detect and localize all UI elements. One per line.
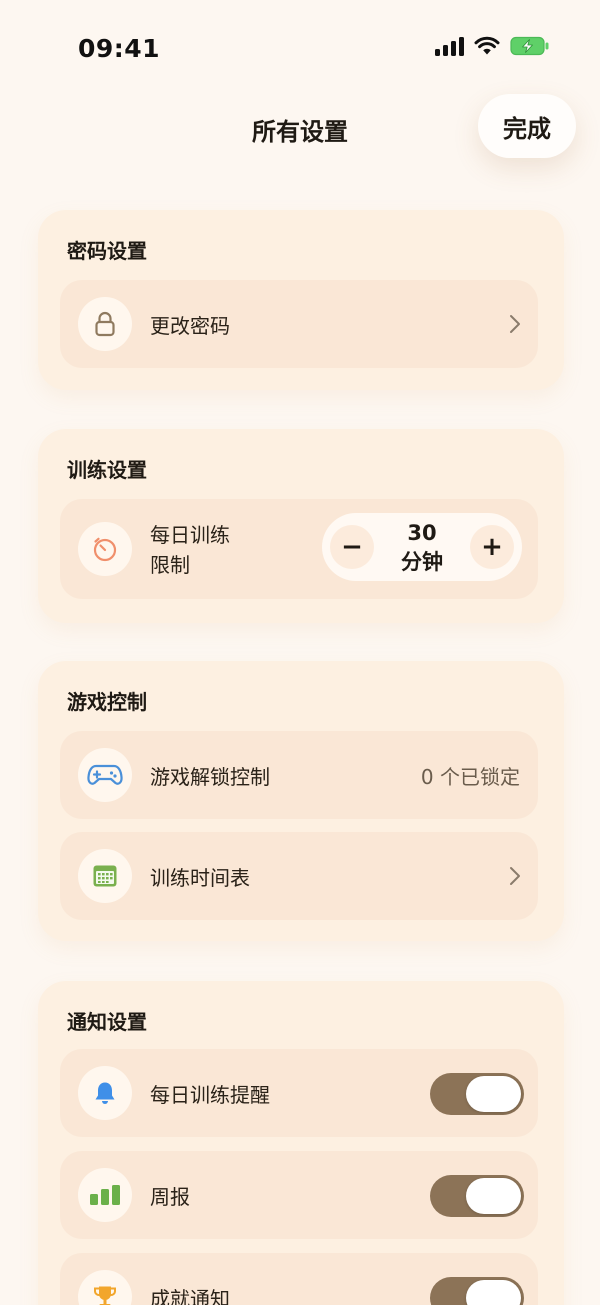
settings-screen: 09:41 所有设置 完成 密码设置 更改密码 训练设置 每日训练 限制 − 3…	[0, 0, 600, 1305]
training-settings-card: 训练设置 每日训练 限制 − 30 分钟 +	[38, 429, 564, 623]
trophy-icon	[78, 1270, 132, 1305]
weekly-report-label: 周报	[150, 1185, 190, 1209]
chevron-right-icon	[510, 867, 520, 885]
game-unlock-label: 游戏解锁控制	[150, 765, 270, 789]
training-schedule-row[interactable]: 训练时间表	[60, 832, 538, 920]
daily-limit-label-line2: 限制	[150, 553, 190, 577]
daily-limit-label: 每日训练 限制	[150, 520, 230, 580]
daily-reminder-toggle[interactable]	[430, 1073, 524, 1115]
bar-chart-icon	[78, 1168, 132, 1222]
cellular-signal-icon	[435, 36, 464, 56]
calendar-icon	[78, 849, 132, 903]
daily-limit-row: 每日训练 限制 − 30 分钟 +	[60, 499, 538, 599]
training-settings-title: 训练设置	[67, 458, 147, 482]
timer-icon	[78, 522, 132, 576]
status-icons	[435, 36, 550, 56]
notification-settings-card: 通知设置 每日训练提醒 周报 成就通知	[38, 981, 564, 1305]
password-settings-title: 密码设置	[67, 239, 147, 263]
toggle-knob	[466, 1178, 521, 1214]
daily-limit-stepper: − 30 分钟 +	[322, 513, 522, 581]
achievements-label: 成就通知	[150, 1287, 230, 1305]
daily-limit-value: 30 分钟	[382, 519, 462, 577]
game-unlock-value: 0 个已锁定	[420, 765, 520, 789]
status-time: 09:41	[78, 34, 161, 63]
notification-settings-title: 通知设置	[67, 1010, 147, 1034]
decrease-button[interactable]: −	[330, 525, 374, 569]
status-bar: 09:41	[0, 0, 600, 96]
weekly-report-toggle[interactable]	[430, 1175, 524, 1217]
daily-reminder-row: 每日训练提醒	[60, 1049, 538, 1137]
toggle-knob	[466, 1076, 521, 1112]
change-password-label: 更改密码	[150, 314, 230, 338]
bell-icon	[78, 1066, 132, 1120]
battery-charging-icon	[510, 36, 549, 56]
game-control-title: 游戏控制	[67, 690, 147, 714]
daily-reminder-label: 每日训练提醒	[150, 1083, 270, 1107]
toggle-knob	[466, 1280, 521, 1305]
change-password-row[interactable]: 更改密码	[60, 280, 538, 368]
password-settings-card: 密码设置 更改密码	[38, 210, 564, 390]
daily-limit-label-line1: 每日训练	[150, 523, 230, 547]
increase-button[interactable]: +	[470, 525, 514, 569]
chevron-right-icon	[510, 315, 520, 333]
achievements-row: 成就通知	[60, 1253, 538, 1305]
gamepad-icon	[78, 748, 132, 802]
wifi-icon	[474, 36, 500, 55]
lock-icon	[78, 297, 132, 351]
achievements-toggle[interactable]	[430, 1277, 524, 1305]
done-button[interactable]: 完成	[478, 94, 576, 158]
weekly-report-row: 周报	[60, 1151, 538, 1239]
training-schedule-label: 训练时间表	[150, 866, 250, 890]
game-control-card: 游戏控制 游戏解锁控制 0 个已锁定 训练时间表	[38, 661, 564, 941]
game-unlock-row[interactable]: 游戏解锁控制 0 个已锁定	[60, 731, 538, 819]
daily-limit-number: 30	[407, 521, 437, 545]
daily-limit-unit: 分钟	[401, 550, 443, 574]
